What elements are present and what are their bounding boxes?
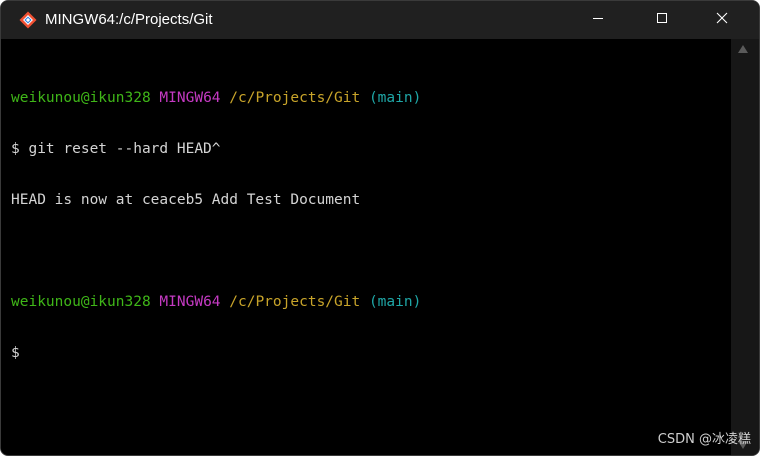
git-diamond-icon bbox=[19, 11, 37, 29]
prompt-line: weikunou@ikun328 MINGW64 /c/Projects/Git… bbox=[11, 90, 731, 107]
prompt-branch: (main) bbox=[368, 90, 422, 106]
prompt-env: MINGW64 bbox=[159, 90, 221, 106]
terminal-output[interactable]: weikunou@ikun328 MINGW64 /c/Projects/Git… bbox=[1, 39, 731, 451]
maximize-icon bbox=[656, 11, 668, 29]
command-line: $ git reset --hard HEAD^ bbox=[11, 141, 221, 157]
prompt-path: /c/Projects/Git bbox=[229, 90, 361, 106]
prompt-path: /c/Projects/Git bbox=[229, 294, 361, 310]
prompt-env: MINGW64 bbox=[159, 294, 221, 310]
prompt-branch: (main) bbox=[368, 294, 422, 310]
close-icon bbox=[716, 11, 728, 29]
maximize-button[interactable] bbox=[639, 1, 685, 39]
watermark: CSDN @冰凌糕 bbox=[657, 432, 751, 447]
scroll-up-arrow-icon[interactable] bbox=[738, 45, 748, 53]
prompt-user: weikunou@ikun328 bbox=[11, 294, 151, 310]
window-title: MINGW64:/c/Projects/Git bbox=[45, 11, 213, 28]
close-button[interactable] bbox=[699, 1, 745, 39]
minimize-icon bbox=[592, 11, 604, 29]
title-bar[interactable]: MINGW64:/c/Projects/Git bbox=[1, 1, 759, 39]
output-line: HEAD is now at ceaceb5 Add Test Document bbox=[11, 192, 361, 208]
prompt-line: weikunou@ikun328 MINGW64 /c/Projects/Git… bbox=[11, 294, 731, 311]
terminal-window: MINGW64:/c/Projects/Git weikunou@ikun328… bbox=[0, 0, 760, 456]
vertical-scrollbar[interactable] bbox=[731, 39, 759, 455]
minimize-button[interactable] bbox=[575, 1, 621, 39]
prompt-user: weikunou@ikun328 bbox=[11, 90, 151, 106]
input-line[interactable]: $ bbox=[11, 345, 731, 362]
